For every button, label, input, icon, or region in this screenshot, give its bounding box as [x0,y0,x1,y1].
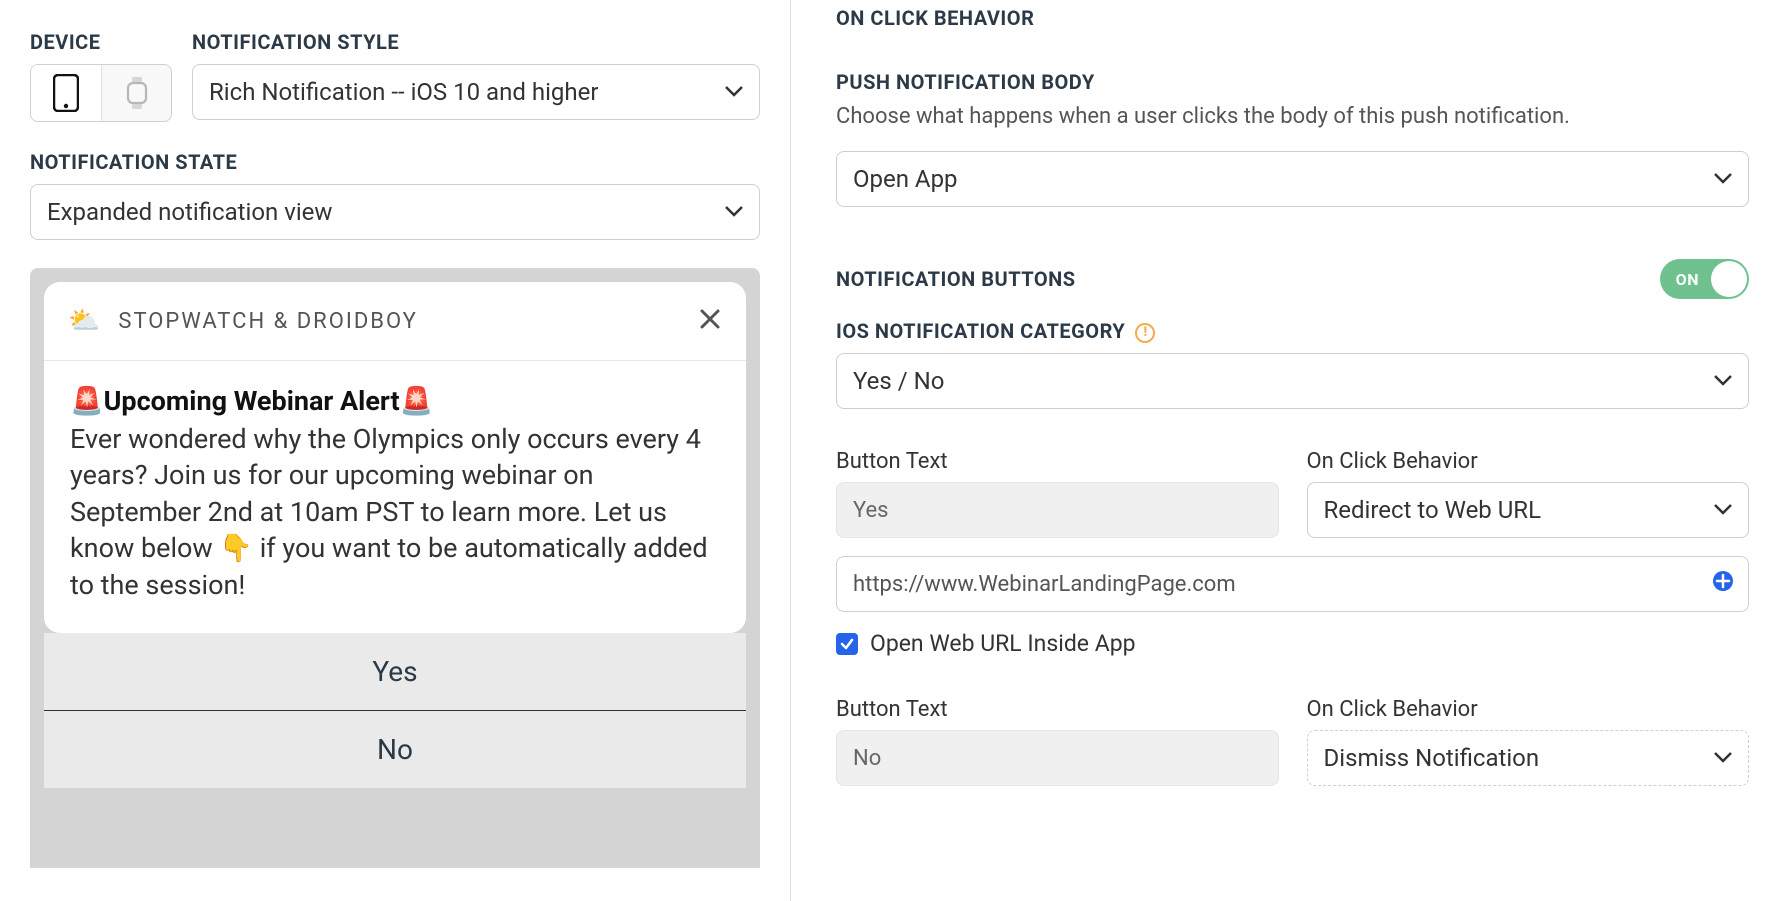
button2-row: Button Text No On Click Behavior Dismiss… [836,697,1749,786]
notification-style-value: Rich Notification -- iOS 10 and higher [209,78,598,106]
notification-state-label: NOTIFICATION STATE [30,150,760,174]
open-inside-app-row: Open Web URL Inside App [836,630,1749,657]
notification-style-label: NOTIFICATION STYLE [192,30,760,54]
push-body-help: Choose what happens when a user clicks t… [836,104,1749,129]
device-toggle [30,64,172,122]
preview-action-yes[interactable]: Yes [44,633,746,711]
button1-url-input[interactable]: https://www.WebinarLandingPage.com [836,556,1749,612]
device-group: DEVICE [30,30,172,122]
state-group: NOTIFICATION STATE Expanded notification… [30,150,760,240]
chevron-down-icon [1714,375,1732,387]
chevron-down-icon [725,86,743,98]
phone-icon [53,74,79,112]
preview-title: 🚨Upcoming Webinar Alert🚨 [70,385,720,417]
open-inside-app-label: Open Web URL Inside App [870,630,1136,657]
button1-row: Button Text Yes On Click Behavior Redire… [836,449,1749,538]
preview-card: ⛅ STOPWATCH & DROIDBOY 🚨Upcoming Webinar… [44,282,746,633]
ios-category-label: IOS NOTIFICATION CATEGORY [836,319,1125,343]
push-body-action-value: Open App [853,165,958,193]
open-inside-app-checkbox[interactable] [836,633,858,655]
app-icon: ⛅ [68,306,100,336]
ios-category-select[interactable]: Yes / No [836,353,1749,409]
toggle-on-label: ON [1662,270,1709,289]
preview-pane: DEVICE NOTIFICATION STYLE Rich Notificat… [0,0,790,901]
notification-state-select[interactable]: Expanded notification view [30,184,760,240]
settings-pane: ON CLICK BEHAVIOR PUSH NOTIFICATION BODY… [791,0,1779,901]
button1-text-label: Button Text [836,449,1279,474]
chevron-down-icon [1714,752,1732,764]
watch-icon [125,76,149,110]
button1-url-value: https://www.WebinarLandingPage.com [853,572,1236,597]
device-watch-button[interactable] [101,65,171,121]
toggle-knob [1711,261,1747,297]
push-body-action-select[interactable]: Open App [836,151,1749,207]
preview-header: ⛅ STOPWATCH & DROIDBOY [44,282,746,361]
app-name: STOPWATCH & DROIDBOY [118,309,680,334]
notification-state-value: Expanded notification view [47,198,332,226]
ios-category-value: Yes / No [853,367,944,395]
notification-preview: ⛅ STOPWATCH & DROIDBOY 🚨Upcoming Webinar… [30,268,760,868]
button2-text-input: No [836,730,1279,786]
chevron-down-icon [1714,173,1732,185]
button1-behavior-select[interactable]: Redirect to Web URL [1307,482,1750,538]
close-icon[interactable] [698,307,722,335]
button2-text-value: No [853,746,881,771]
button2-behavior-value: Dismiss Notification [1324,744,1540,772]
on-click-behavior-header: ON CLICK BEHAVIOR [836,6,1749,30]
check-icon [840,637,854,651]
notification-style-select[interactable]: Rich Notification -- iOS 10 and higher [192,64,760,120]
preview-body: 🚨Upcoming Webinar Alert🚨 Ever wondered w… [44,361,746,633]
button1-text-value: Yes [853,498,889,523]
chevron-down-icon [725,206,743,218]
style-group: NOTIFICATION STYLE Rich Notification -- … [192,30,760,120]
button1-behavior-label: On Click Behavior [1307,449,1750,474]
preview-action-no[interactable]: No [44,711,746,788]
preview-text: Ever wondered why the Olympics only occu… [70,421,720,603]
chevron-down-icon [1714,504,1732,516]
device-label: DEVICE [30,30,172,54]
device-phone-button[interactable] [31,65,101,121]
preview-actions: Yes No [44,633,746,788]
info-icon[interactable]: ! [1135,323,1155,343]
button2-text-label: Button Text [836,697,1279,722]
notification-buttons-label: NOTIFICATION BUTTONS [836,267,1076,291]
button1-behavior-value: Redirect to Web URL [1324,496,1542,524]
notification-buttons-row: NOTIFICATION BUTTONS ON [836,259,1749,299]
button2-behavior-select[interactable]: Dismiss Notification [1307,730,1750,786]
notification-buttons-toggle[interactable]: ON [1660,259,1749,299]
push-body-label: PUSH NOTIFICATION BODY [836,70,1749,94]
button2-behavior-label: On Click Behavior [1307,697,1750,722]
add-variable-button[interactable] [1712,570,1734,598]
button1-text-input: Yes [836,482,1279,538]
